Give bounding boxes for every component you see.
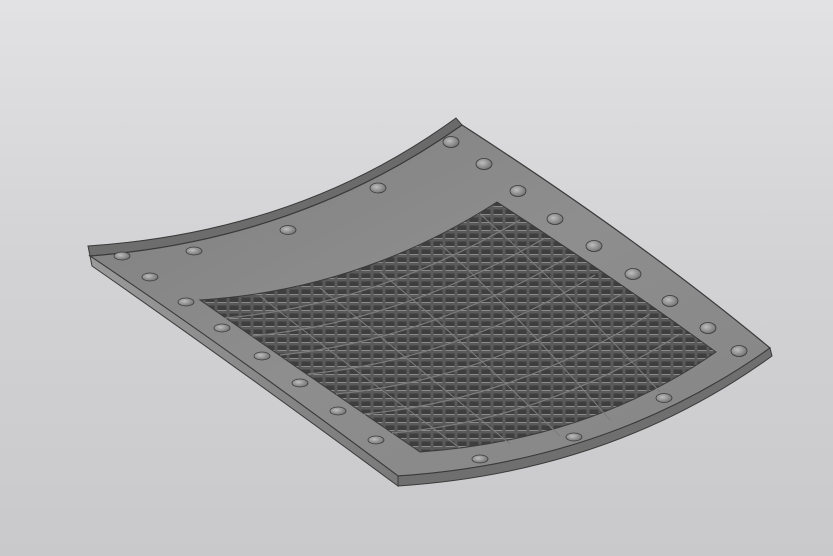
3d-viewport[interactable] bbox=[0, 0, 833, 556]
perforated-plate-model[interactable] bbox=[0, 0, 833, 556]
